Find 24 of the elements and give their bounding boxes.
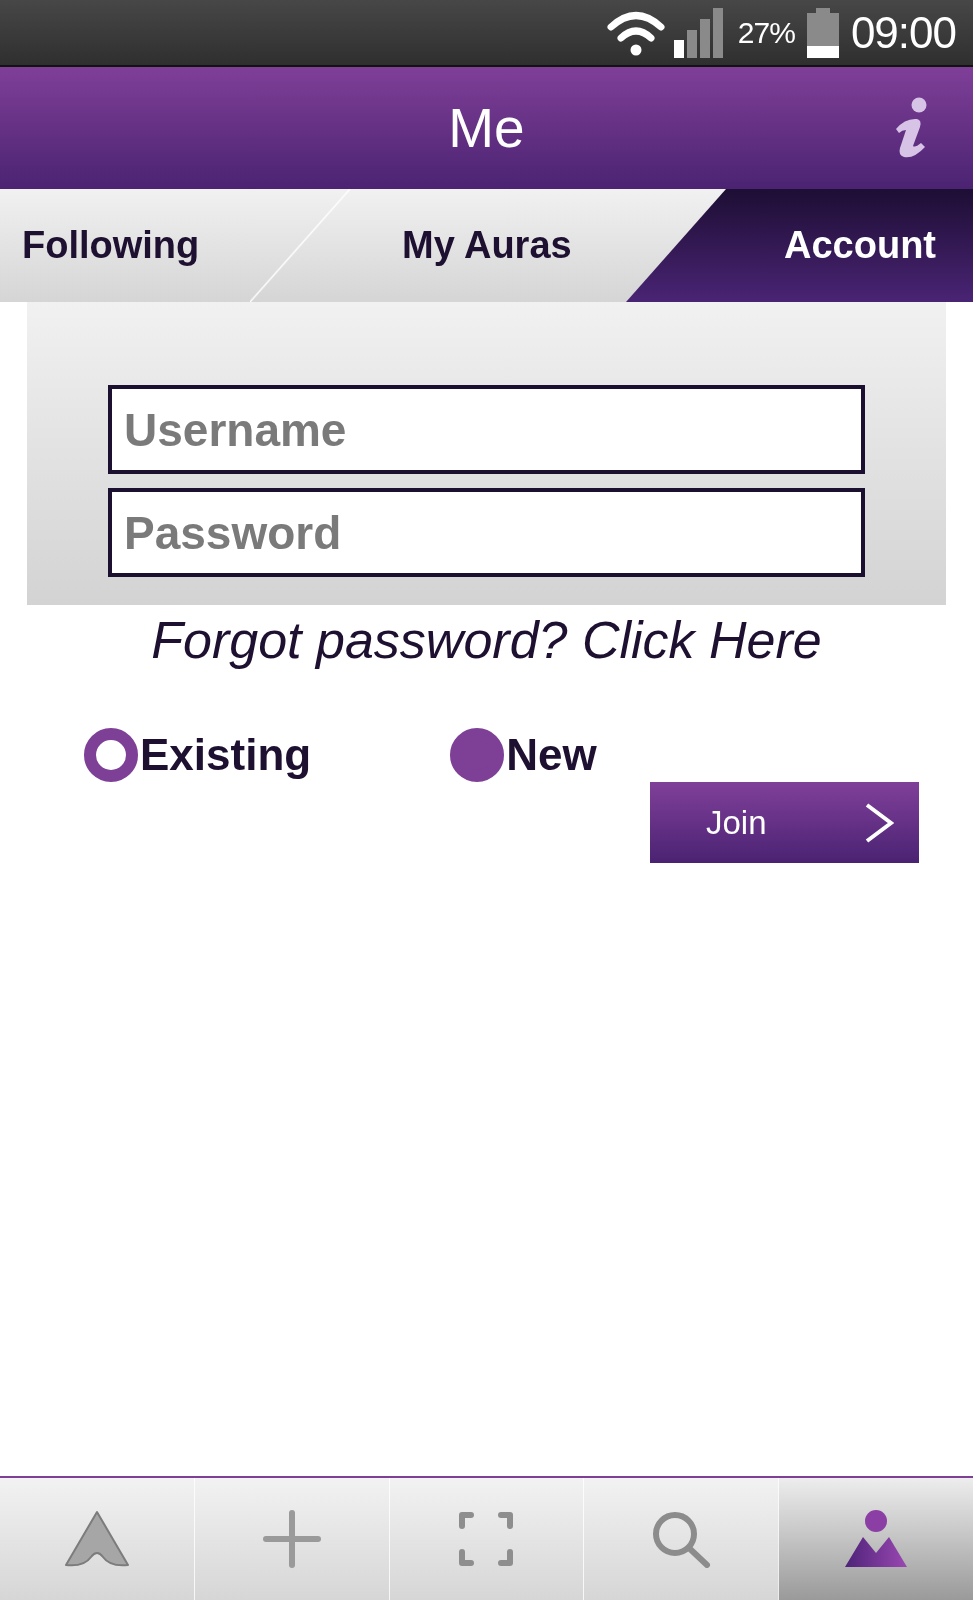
radio-label[interactable]: Existing xyxy=(140,730,312,780)
screen-title: Me xyxy=(448,96,525,160)
password-field[interactable]: Password xyxy=(108,488,865,577)
username-field[interactable]: Username xyxy=(108,385,865,474)
wifi-icon xyxy=(606,9,665,56)
radio-button[interactable] xyxy=(84,728,138,782)
plus-icon xyxy=(261,1509,322,1569)
tab[interactable]: Following xyxy=(0,189,300,302)
nav-button[interactable] xyxy=(778,1478,973,1600)
person-icon xyxy=(843,1509,910,1569)
corner-brackets-icon xyxy=(458,1511,515,1567)
radio-button[interactable] xyxy=(450,728,505,782)
triangle-icon xyxy=(63,1510,130,1568)
signal-icon xyxy=(673,7,726,58)
chevron-icon xyxy=(864,801,894,844)
battery-percent: 27% xyxy=(737,15,795,50)
forgot-password-link[interactable]: Forgot password? Click Here xyxy=(151,610,822,670)
search-icon xyxy=(651,1510,712,1568)
battery-icon xyxy=(806,7,839,58)
tab[interactable]: My Auras xyxy=(300,189,626,302)
tab[interactable]: Account xyxy=(626,189,973,302)
radio-label[interactable]: New xyxy=(506,730,597,780)
clock-time: 09:00 xyxy=(850,7,956,58)
join-button[interactable]: Join xyxy=(650,782,919,863)
